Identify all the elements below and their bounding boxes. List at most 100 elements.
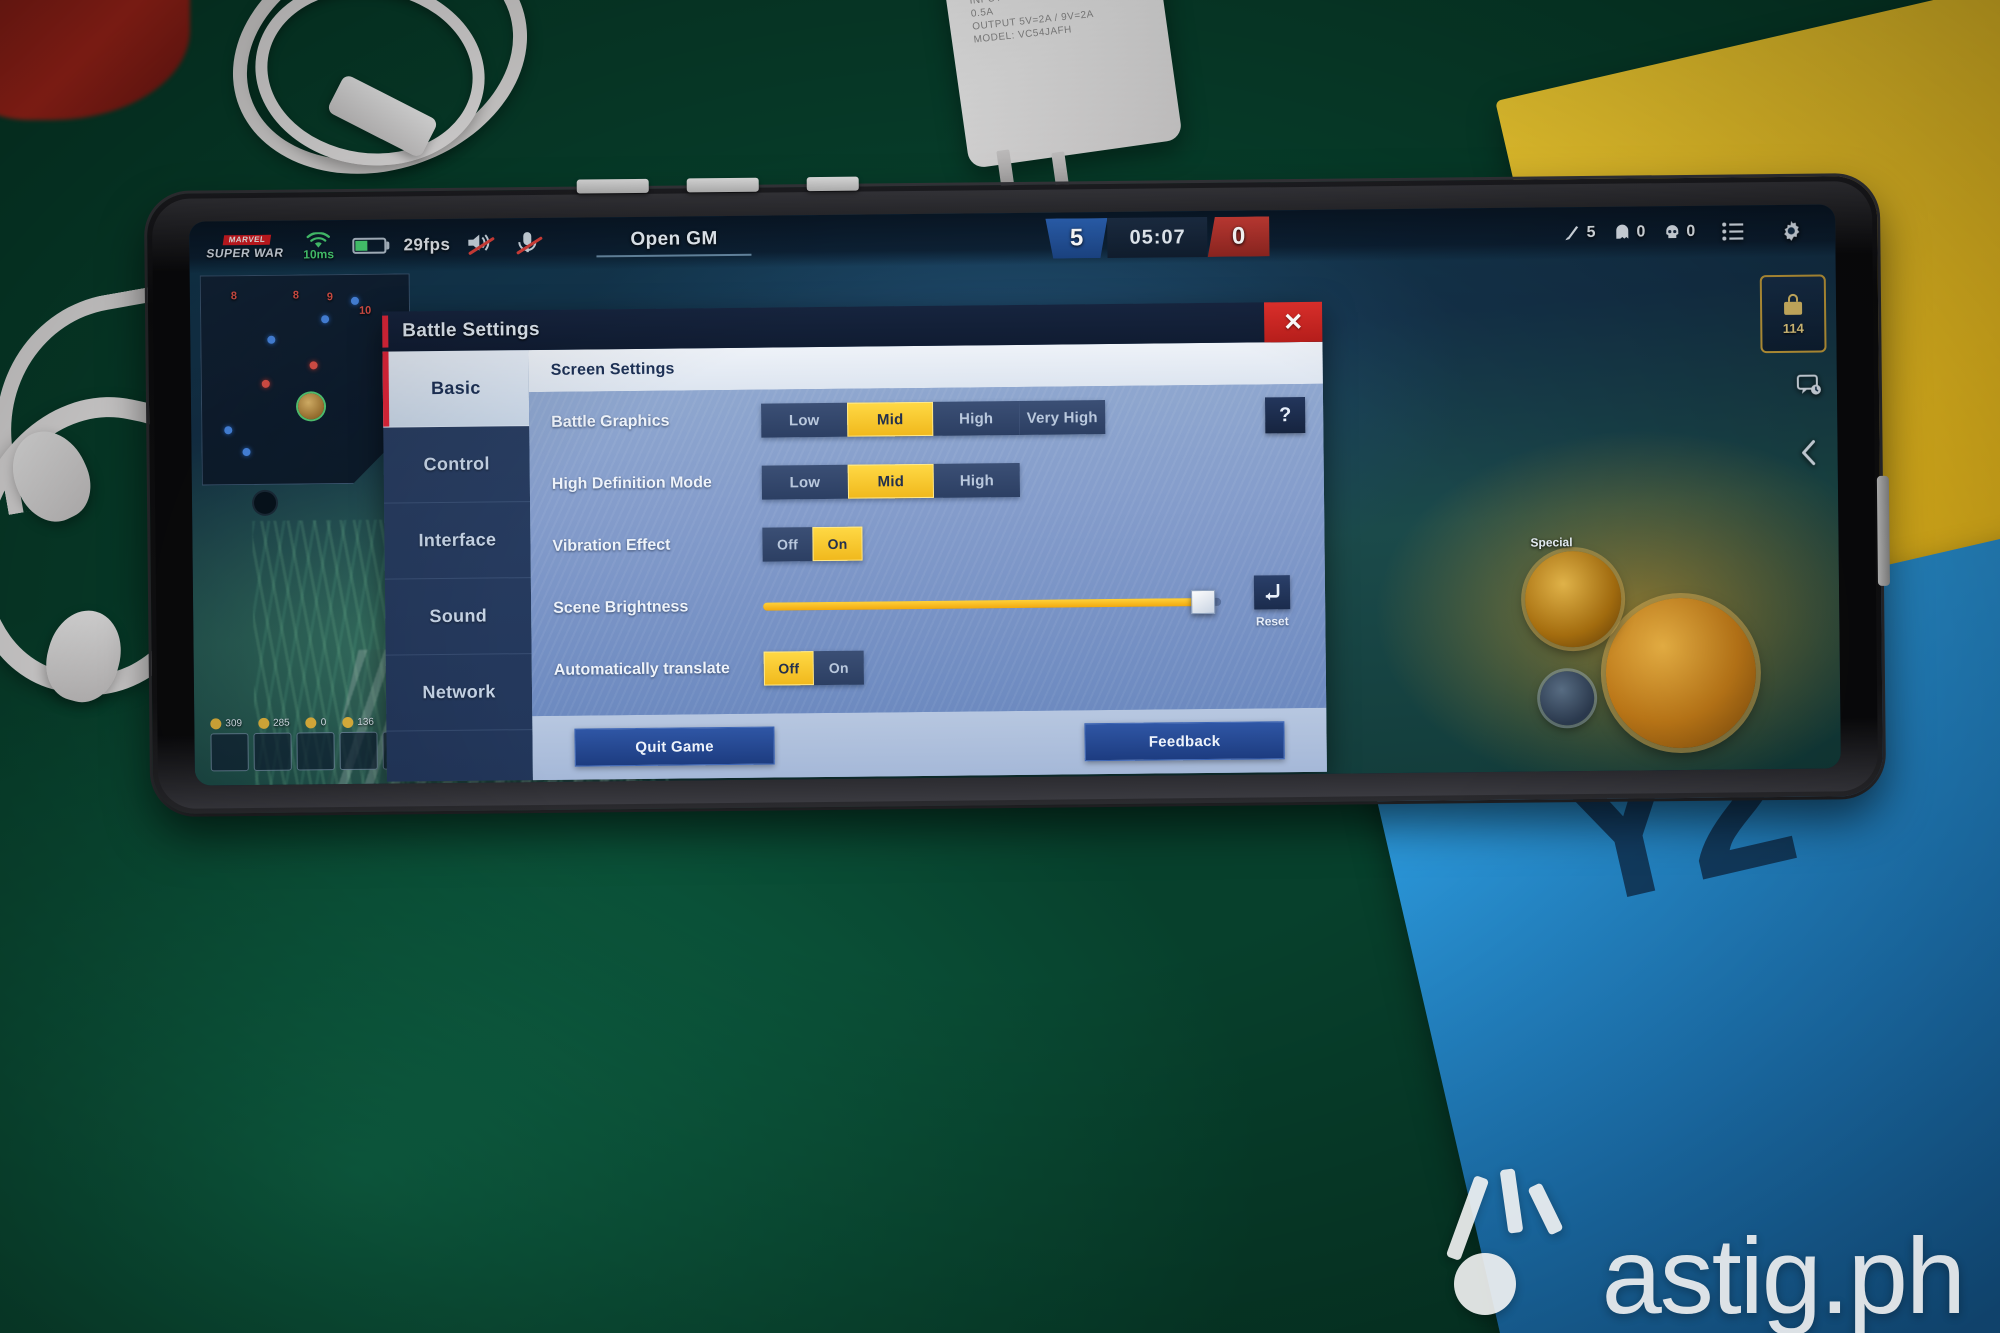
gold-item: 0 xyxy=(305,717,327,729)
vibration-effect-segmented: Off On xyxy=(762,526,863,562)
score-blue-team: 5 xyxy=(1045,218,1107,259)
marvel-logo-text: MARVEL xyxy=(222,234,272,246)
stat-ghost: 0 xyxy=(1613,223,1645,241)
wall-charger: INPUT 100-240V~50/60Hz 0.5AOUTPUT 5V=2A … xyxy=(942,0,1183,169)
setting-label: High Definition Mode xyxy=(551,474,712,493)
power-button[interactable] xyxy=(576,178,649,194)
gold-value: 309 xyxy=(225,718,243,730)
setting-label: Vibration Effect xyxy=(552,536,671,555)
scoreboard-list-icon[interactable] xyxy=(1713,211,1753,251)
setting-row-automatically-translate: Automatically translate Off On xyxy=(531,632,1326,702)
setting-row-scene-brightness: Scene Brightness Reset xyxy=(531,570,1326,640)
stat-skull: 0 xyxy=(1663,223,1695,241)
super-war-logo-text: SUPER WAR xyxy=(205,245,285,261)
seg-option-low[interactable]: Low xyxy=(761,464,849,500)
reset-label: Reset xyxy=(1255,613,1289,628)
help-icon[interactable]: ? xyxy=(1264,396,1306,434)
seg-option-mid[interactable]: Mid xyxy=(847,401,934,437)
setting-row-vibration-effect: Vibration Effect Off On xyxy=(530,508,1325,578)
watermark: astig.ph xyxy=(1445,1168,1966,1333)
fps-counter: 29fps xyxy=(403,234,451,255)
ability-cluster: Special xyxy=(1438,523,1770,756)
basic-attack-button[interactable] xyxy=(1605,597,1757,749)
setting-label: Automatically translate xyxy=(553,659,730,679)
special-ability-button[interactable] xyxy=(1539,670,1595,726)
minimap[interactable]: 8 8 9 10 xyxy=(200,273,412,485)
setting-label: Battle Graphics xyxy=(551,412,670,431)
slider-knob[interactable] xyxy=(1190,589,1215,615)
mic-muted-icon[interactable] xyxy=(512,229,546,259)
shop-cart-icon xyxy=(1784,293,1803,315)
dialog-accent-bar xyxy=(382,315,389,348)
scoreboard: 5 05:07 0 xyxy=(1045,216,1269,258)
ping-value: 10ms xyxy=(303,246,335,261)
chevron-left-icon[interactable] xyxy=(1789,432,1829,472)
item-slot[interactable] xyxy=(296,732,335,771)
item-slot[interactable] xyxy=(210,733,249,772)
item-slot[interactable] xyxy=(339,731,378,771)
astig-logo-icon xyxy=(1445,1168,1596,1319)
battle-settings-dialog: Battle Settings ✕ Basic Control Interfac… xyxy=(382,301,1327,782)
settings-gear-icon[interactable] xyxy=(1771,211,1811,251)
gold-item: 309 xyxy=(210,718,243,730)
seg-option-on[interactable]: On xyxy=(813,650,864,686)
score-red-team: 0 xyxy=(1207,216,1269,257)
tab-network[interactable]: Network xyxy=(385,654,533,732)
settings-tab-list: Basic Control Interface Sound Network xyxy=(382,350,533,782)
item-slot[interactable] xyxy=(253,732,292,771)
watermark-text: astig.ph xyxy=(1601,1214,1966,1333)
side-rocker[interactable] xyxy=(1876,475,1890,586)
battery-icon xyxy=(352,237,390,254)
seg-option-very-high[interactable]: Very High xyxy=(1019,400,1106,435)
wifi-icon: 10ms xyxy=(298,230,338,262)
match-timer: 05:07 xyxy=(1107,216,1208,259)
stat-ghost-value: 0 xyxy=(1636,223,1646,241)
gold-value: 0 xyxy=(320,717,327,729)
tab-basic[interactable]: Basic xyxy=(382,350,530,428)
reset-button[interactable]: Reset xyxy=(1237,574,1308,628)
shop-gold-count: 114 xyxy=(1782,320,1804,336)
setting-label: Scene Brightness xyxy=(553,598,689,617)
sound-muted-icon[interactable] xyxy=(464,229,498,259)
dialog-title: Battle Settings xyxy=(402,318,540,342)
seg-option-high[interactable]: High xyxy=(933,462,1021,498)
red-cloth-decor xyxy=(0,0,190,120)
feedback-button[interactable]: Feedback xyxy=(1084,721,1285,762)
chat-icon[interactable] xyxy=(1789,364,1829,404)
reset-undo-icon xyxy=(1253,574,1291,610)
ultimate-ability-button[interactable] xyxy=(1524,550,1622,648)
quit-game-button[interactable]: Quit Game xyxy=(574,726,775,767)
stat-kills-value: 5 xyxy=(1586,223,1596,242)
tab-control[interactable]: Control xyxy=(383,426,531,504)
scene-brightness-slider[interactable] xyxy=(763,585,1222,624)
seg-option-high[interactable]: High xyxy=(933,400,1020,436)
seg-option-off[interactable]: Off xyxy=(762,527,813,562)
marvel-super-war-logo: MARVEL SUPER WAR xyxy=(205,234,287,261)
slider-fill xyxy=(763,598,1203,611)
volume-down-button[interactable] xyxy=(806,176,859,192)
special-ability-label: Special xyxy=(1530,535,1573,550)
gold-value: 136 xyxy=(357,716,375,728)
tab-sound[interactable]: Sound xyxy=(384,578,532,656)
seg-option-off[interactable]: Off xyxy=(763,651,814,686)
auto-translate-segmented: Off On xyxy=(763,650,864,686)
open-gm-button[interactable]: Open GM xyxy=(596,227,752,258)
tab-interface[interactable]: Interface xyxy=(384,502,531,580)
dialog-body: Basic Control Interface Sound Network Sc… xyxy=(382,341,1327,782)
seg-option-on[interactable]: On xyxy=(812,526,863,562)
seg-option-low[interactable]: Low xyxy=(761,402,848,438)
shop-button[interactable]: 114 xyxy=(1759,274,1827,354)
skull-icon xyxy=(1666,225,1679,239)
gold-value: 285 xyxy=(272,717,290,729)
gold-item: 285 xyxy=(257,717,290,729)
settings-content: Screen Settings Battle Graphics Low Mid … xyxy=(528,341,1327,781)
phone-screen: 8 8 9 10 MARVEL SUPER WAR 10ms 29fps Ope… xyxy=(189,204,1841,786)
setting-row-high-definition-mode: High Definition Mode Low Mid High xyxy=(530,446,1325,516)
smartphone: 8 8 9 10 MARVEL SUPER WAR 10ms 29fps Ope… xyxy=(146,175,1890,815)
game-hud-stats: 5 0 0 xyxy=(1563,211,1817,254)
charger-print: INPUT 100-240V~50/60Hz 0.5AOUTPUT 5V=2A … xyxy=(969,0,1099,46)
seg-option-mid[interactable]: Mid xyxy=(847,463,935,499)
close-icon[interactable]: ✕ xyxy=(1263,301,1323,343)
volume-up-button[interactable] xyxy=(686,177,759,193)
ghost-icon xyxy=(1616,224,1629,239)
